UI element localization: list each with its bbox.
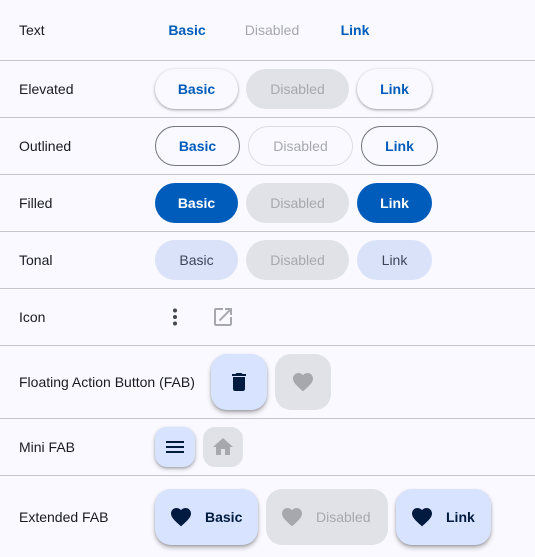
extended-fab-buttons: Basic Disabled Link (155, 476, 499, 557)
text-disabled-button: Disabled (244, 22, 300, 38)
row-icon: Icon (0, 289, 535, 346)
tonal-basic-button[interactable]: Basic (155, 240, 238, 280)
outlined-disabled-button: Disabled (248, 126, 353, 166)
favorite-icon (410, 505, 434, 529)
mini-fab-buttons (155, 419, 251, 475)
elevated-buttons: Basic Disabled Link (155, 61, 440, 117)
row-mini-fab: Mini FAB (0, 419, 535, 476)
row-label: Outlined (19, 138, 72, 154)
open-in-new-icon-button (203, 297, 243, 337)
favorite-icon (169, 505, 193, 529)
extended-fab-label: Basic (205, 508, 243, 525)
row-label: Elevated (19, 81, 74, 97)
favorite-icon (291, 370, 315, 394)
row-label: Mini FAB (19, 439, 76, 455)
row-label: Extended FAB (19, 508, 109, 525)
row-outlined: Outlined Basic Disabled Link (0, 118, 535, 175)
delete-fab[interactable] (211, 354, 267, 410)
favorite-fab (275, 354, 331, 410)
elevated-link-button[interactable]: Link (357, 69, 432, 109)
row-extended-fab: Extended FAB Basic Disabled Link (0, 476, 535, 557)
row-elevated: Elevated Basic Disabled Link (0, 61, 535, 118)
icon-buttons (155, 289, 251, 345)
text-basic-button[interactable]: Basic (155, 10, 219, 50)
tonal-link-button[interactable]: Link (357, 240, 432, 280)
fab-buttons (211, 346, 339, 418)
menu-icon (163, 435, 187, 459)
filled-link-button[interactable]: Link (357, 183, 432, 223)
row-label: Tonal (19, 252, 53, 268)
filled-disabled-button: Disabled (246, 183, 349, 223)
outlined-link-button[interactable]: Link (361, 126, 438, 166)
outlined-basic-button[interactable]: Basic (155, 126, 240, 166)
row-label: Floating Action Button (FAB) (19, 374, 195, 390)
row-filled: Filled Basic Disabled Link (0, 175, 535, 232)
elevated-disabled-button: Disabled (246, 69, 349, 109)
filled-buttons: Basic Disabled Link (155, 175, 440, 231)
row-fab: Floating Action Button (FAB) (0, 346, 535, 419)
text-buttons: Basic Disabled Link (155, 0, 393, 60)
elevated-basic-button[interactable]: Basic (155, 69, 238, 109)
row-label: Icon (19, 309, 46, 325)
menu-mini-fab[interactable] (155, 427, 195, 467)
extended-fab-label: Link (446, 508, 475, 525)
row-tonal: Tonal Basic Disabled Link (0, 232, 535, 289)
outlined-buttons: Basic Disabled Link (155, 118, 446, 174)
row-text: Text Basic Disabled Link (0, 0, 535, 61)
extended-fab-label: Disabled (316, 508, 371, 525)
favorite-icon (280, 505, 304, 529)
tonal-disabled-button: Disabled (246, 240, 349, 280)
tonal-buttons: Basic Disabled Link (155, 232, 440, 288)
home-icon (211, 435, 235, 459)
row-label: Filled (19, 195, 53, 211)
more-vert-icon (163, 305, 187, 329)
text-link-button[interactable]: Link (325, 10, 385, 50)
delete-icon (227, 370, 251, 394)
extended-fab-basic[interactable]: Basic (155, 488, 258, 545)
home-mini-fab (203, 427, 243, 467)
extended-fab-link[interactable]: Link (396, 488, 491, 545)
extended-fab-disabled: Disabled (266, 488, 388, 545)
open-in-new-icon (211, 305, 235, 329)
row-label: Text (19, 22, 45, 38)
filled-basic-button[interactable]: Basic (155, 183, 238, 223)
more-vert-icon-button[interactable] (155, 297, 195, 337)
